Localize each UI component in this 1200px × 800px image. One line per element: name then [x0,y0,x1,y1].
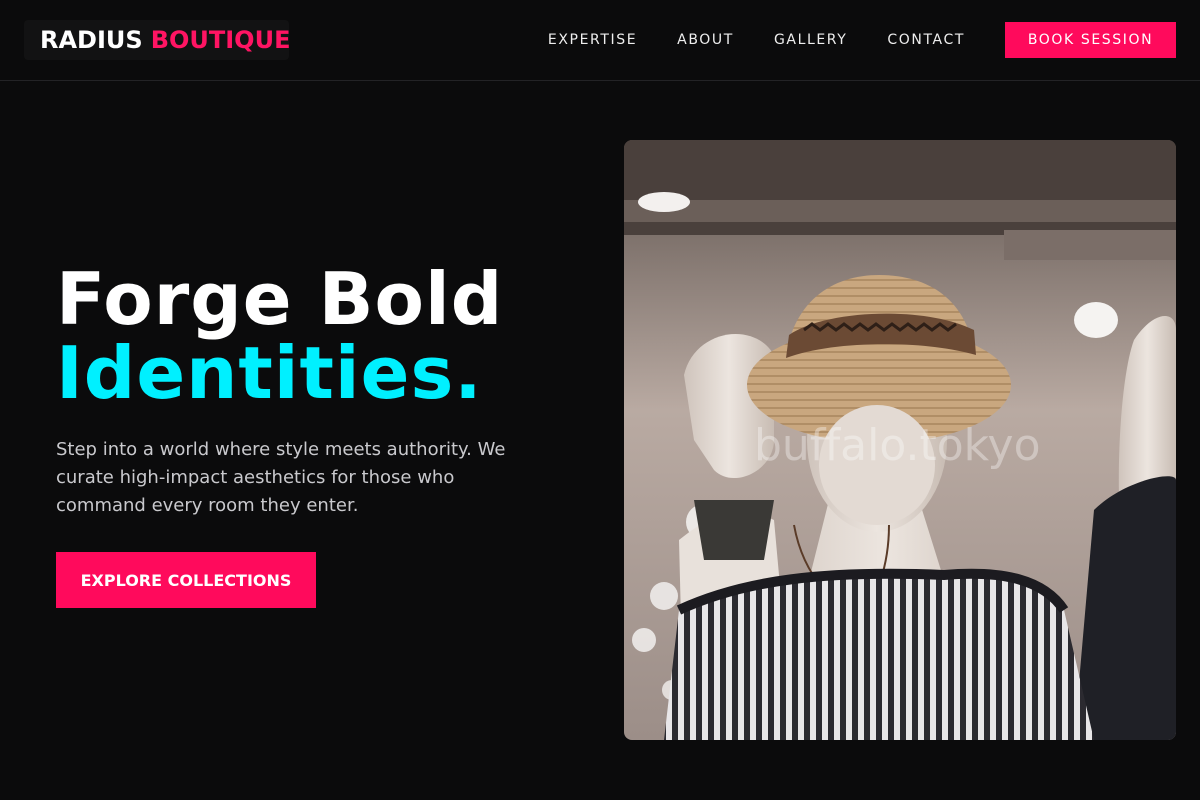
hero-headline-line1: Forge Bold [56,257,504,341]
navbar: RADIUS BOUTIQUE EXPERTISE ABOUT GALLERY … [0,0,1200,81]
mannequin-photo: buffalo.tokyo [624,140,1176,740]
nav-link-gallery[interactable]: GALLERY [774,32,847,48]
nav-link-expertise[interactable]: EXPERTISE [548,32,637,48]
nav-link-contact[interactable]: CONTACT [887,32,965,48]
nav-link-about[interactable]: ABOUT [677,32,734,48]
explore-collections-button[interactable]: EXPLORE COLLECTIONS [56,552,316,608]
brand-name-accent: BOUTIQUE [150,26,291,54]
hero-subtext: Step into a world where style meets auth… [56,439,506,516]
hero-headline-line2: Identities. [56,331,483,415]
hero-text: Forge Bold Identities. Step into a world… [56,262,576,608]
main-nav: EXPERTISE ABOUT GALLERY CONTACT BOOK SES… [548,0,1176,80]
hero-image: buffalo.tokyo [624,140,1176,740]
brand-name-primary: RADIUS [40,26,143,54]
image-watermark: buffalo.tokyo [754,420,1041,471]
brand-logo[interactable]: RADIUS BOUTIQUE [24,20,291,60]
book-session-button[interactable]: BOOK SESSION [1005,22,1176,58]
